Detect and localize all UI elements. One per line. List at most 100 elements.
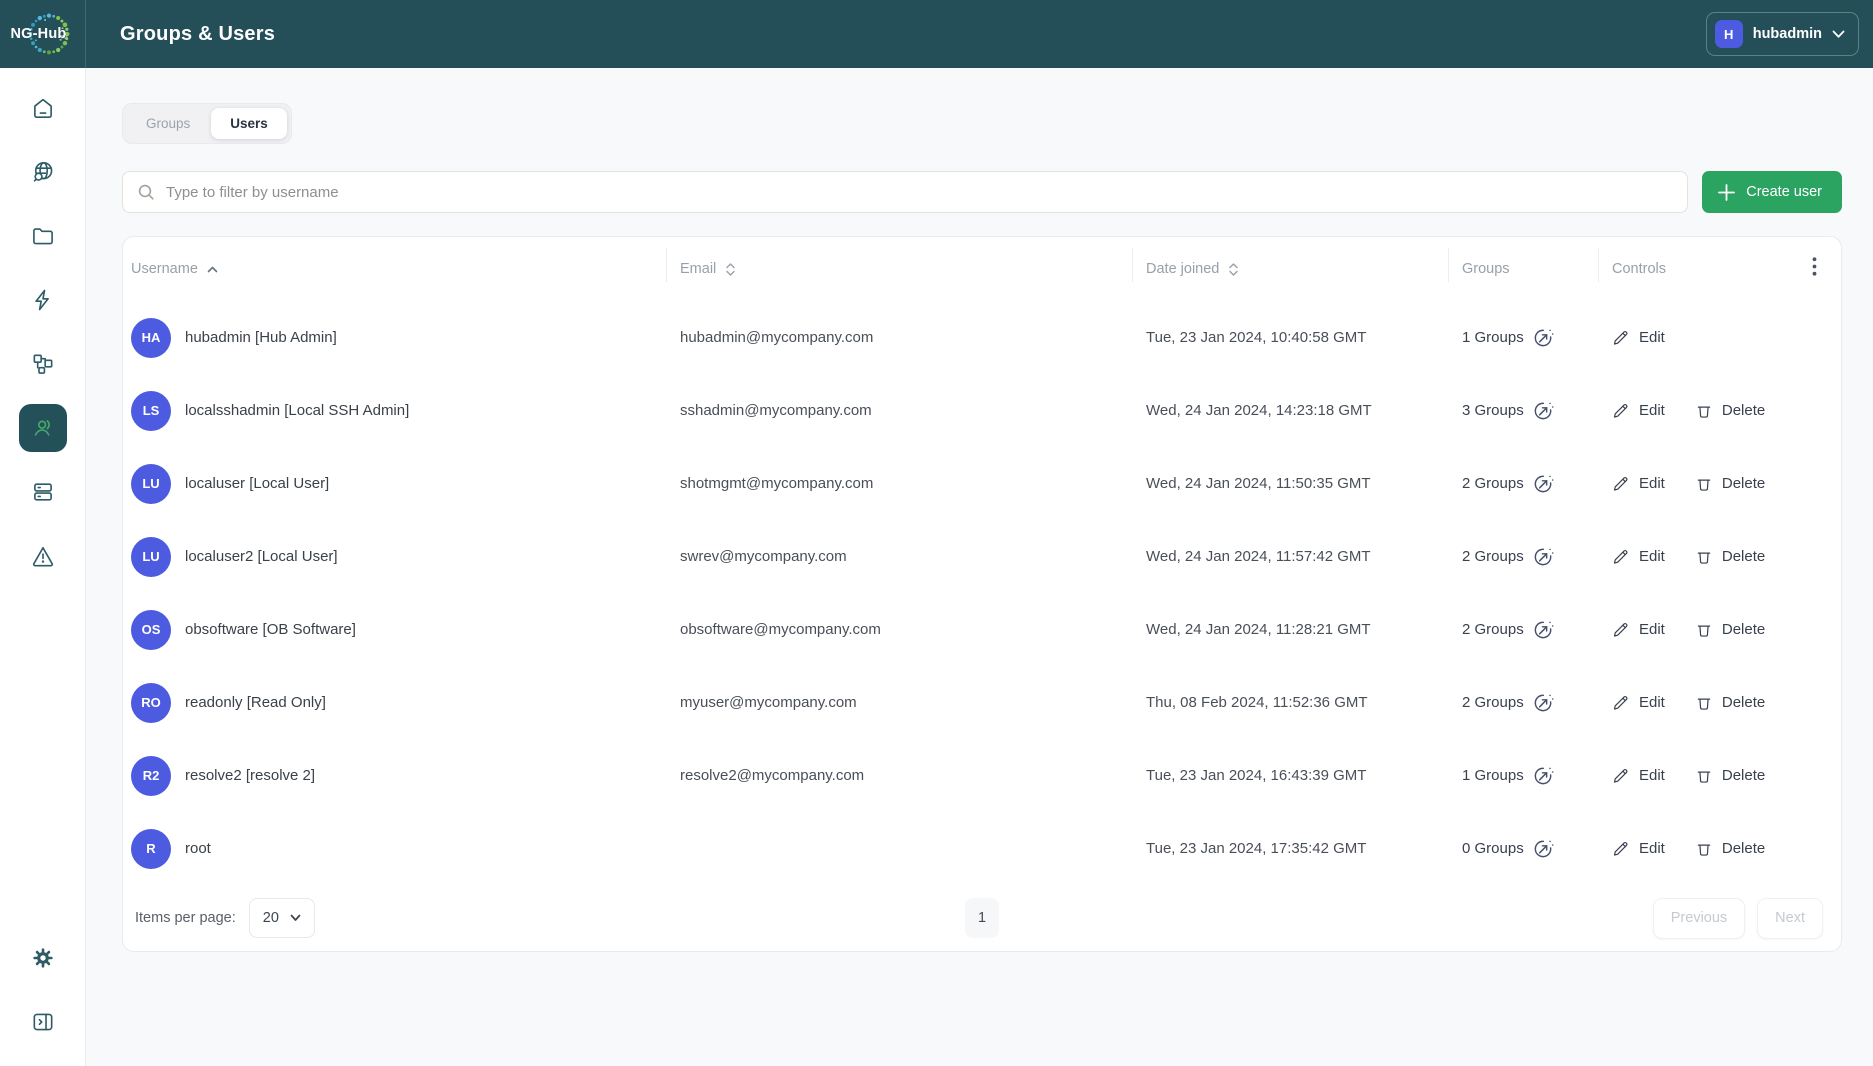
delete-button[interactable]: Delete [1695,767,1765,785]
sidebar-item-home[interactable] [19,84,67,132]
edit-button[interactable]: Edit [1612,694,1665,712]
table-body: HA hubadmin [Hub Admin] hubadmin@mycompa… [123,301,1841,885]
avatar: R [131,829,171,869]
avatar: LS [131,391,171,431]
column-header-email[interactable]: Email [666,237,1132,301]
toolbar: Create user [122,171,1842,213]
warning-triangle-icon [30,543,56,569]
username-text: localsshadmin [Local SSH Admin] [185,402,409,419]
table-header: Username Email Date joined Groups Contro… [123,237,1841,301]
delete-button[interactable]: Delete [1695,840,1765,858]
sidebar-item-alerts[interactable] [19,532,67,580]
email-text: resolve2@mycompany.com [666,767,1132,784]
topology-blocks-icon [30,351,56,377]
pencil-icon [1612,840,1630,858]
email-text: hubadmin@mycompany.com [666,329,1132,346]
globe-search-icon [30,159,56,185]
search-input[interactable] [166,184,1673,201]
sidebar-item-network-discovery[interactable] [19,148,67,196]
chevron-down-icon [1832,30,1845,39]
table-row: LU localuser [Local User] shotmgmt@mycom… [123,447,1841,520]
table-row: HA hubadmin [Hub Admin] hubadmin@mycompa… [123,301,1841,374]
groups-link-icon[interactable] [1532,837,1555,860]
email-text: obsoftware@mycompany.com [666,621,1132,638]
pencil-icon [1612,621,1630,639]
table-options-kebab-button[interactable] [1808,253,1821,280]
edit-button[interactable]: Edit [1612,621,1665,639]
trash-icon [1695,475,1713,493]
servers-icon [30,479,56,505]
edit-button[interactable]: Edit [1612,840,1665,858]
logo: NG-Hub TM [0,0,86,68]
username-text: resolve2 [resolve 2] [185,767,315,784]
tab-users[interactable]: Users [211,108,287,139]
groups-link-icon[interactable] [1532,764,1555,787]
column-header-controls: Controls [1598,237,1841,301]
date-joined-text: Wed, 24 Jan 2024, 14:23:18 GMT [1132,402,1448,419]
user-menu-button[interactable]: H hubadmin [1706,12,1859,56]
username-text: root [185,840,211,857]
pagination: Items per page: 20 1 Previous Next [123,885,1841,951]
sidebar-item-topology[interactable] [19,340,67,388]
delete-label: Delete [1722,767,1765,784]
sidebar-item-servers[interactable] [19,468,67,516]
home-icon [30,95,56,121]
groups-link-icon[interactable] [1532,618,1555,641]
search-icon [137,183,156,202]
edit-label: Edit [1639,329,1665,346]
top-header: NG-Hub TM Groups & Users H hubadmin [0,0,1873,68]
avatar: LU [131,537,171,577]
previous-page-button[interactable]: Previous [1653,898,1745,939]
edit-button[interactable]: Edit [1612,402,1665,420]
sidebar-item-settings[interactable] [19,934,67,982]
chevron-down-icon [290,914,301,922]
groups-link-icon[interactable] [1532,691,1555,714]
table-row: RO readonly [Read Only] myuser@mycompany… [123,666,1841,739]
groups-count-text: 1 Groups [1462,767,1524,784]
pencil-icon [1612,548,1630,566]
edit-button[interactable]: Edit [1612,548,1665,566]
groups-link-icon[interactable] [1532,326,1555,349]
groups-link-icon[interactable] [1532,399,1555,422]
edit-label: Edit [1639,621,1665,638]
delete-button[interactable]: Delete [1695,475,1765,493]
avatar: R2 [131,756,171,796]
edit-label: Edit [1639,767,1665,784]
edit-button[interactable]: Edit [1612,475,1665,493]
sidebar [0,68,86,1066]
username-text: readonly [Read Only] [185,694,326,711]
create-user-button[interactable]: Create user [1702,171,1842,213]
groups-link-icon[interactable] [1532,545,1555,568]
delete-button[interactable]: Delete [1695,694,1765,712]
items-per-page-select[interactable]: 20 [249,898,315,938]
edit-button[interactable]: Edit [1612,767,1665,785]
gear-icon [30,945,56,971]
table-row: R2 resolve2 [resolve 2] resolve2@mycompa… [123,739,1841,812]
pager-buttons: Previous Next [1653,898,1823,939]
delete-label: Delete [1722,402,1765,419]
sidebar-item-users[interactable] [19,404,67,452]
column-header-username[interactable]: Username [123,237,666,301]
pencil-icon [1612,475,1630,493]
trash-icon [1695,548,1713,566]
column-header-date-joined[interactable]: Date joined [1132,237,1448,301]
collapse-panel-icon [30,1009,56,1035]
users-icon [30,415,56,441]
groups-link-icon[interactable] [1532,472,1555,495]
sidebar-item-folder[interactable] [19,212,67,260]
next-page-button[interactable]: Next [1757,898,1823,939]
tab-groups[interactable]: Groups [127,108,209,139]
table-row: R root Tue, 23 Jan 2024, 17:35:42 GMT 0 … [123,812,1841,885]
sidebar-item-automation[interactable] [19,276,67,324]
delete-button[interactable]: Delete [1695,548,1765,566]
edit-label: Edit [1639,475,1665,492]
edit-button[interactable]: Edit [1612,329,1665,347]
table-row: LS localsshadmin [Local SSH Admin] sshad… [123,374,1841,447]
delete-button[interactable]: Delete [1695,402,1765,420]
table-row: LU localuser2 [Local User] swrev@mycompa… [123,520,1841,593]
sidebar-item-collapse-panel[interactable] [19,998,67,1046]
delete-button[interactable]: Delete [1695,621,1765,639]
table-row: OS obsoftware [OB Software] obsoftware@m… [123,593,1841,666]
page-number-button[interactable]: 1 [965,898,999,938]
delete-label: Delete [1722,548,1765,565]
